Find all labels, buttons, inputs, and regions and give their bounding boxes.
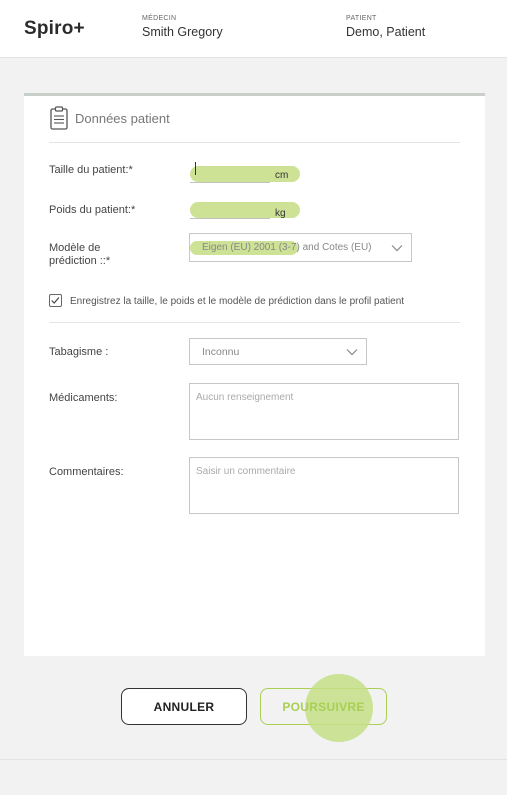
patient-label: PATIENT bbox=[346, 15, 377, 22]
comments-label: Commentaires: bbox=[49, 466, 124, 478]
height-unit: cm bbox=[275, 170, 289, 181]
comments-placeholder: Saisir un commentaire bbox=[196, 466, 296, 477]
app-header: Spiro+ MÉDECIN Smith Gregory PATIENT Dem… bbox=[0, 0, 507, 58]
doctor-name: Smith Gregory bbox=[142, 25, 223, 39]
cancel-button[interactable]: ANNULER bbox=[121, 688, 247, 725]
smoking-label: Tabagisme : bbox=[49, 346, 109, 358]
chevron-down-icon bbox=[391, 244, 403, 251]
clipboard-icon bbox=[50, 106, 68, 130]
card-title: Données patient bbox=[75, 110, 170, 126]
patient-info: PATIENT Demo, Patient bbox=[346, 15, 425, 39]
smoking-select[interactable]: Inconnu bbox=[189, 338, 367, 365]
doctor-info: MÉDECIN Smith Gregory bbox=[142, 15, 223, 39]
smoking-value: Inconnu bbox=[202, 345, 240, 358]
chevron-down-icon bbox=[346, 348, 358, 355]
checkmark-icon bbox=[51, 297, 60, 304]
divider bbox=[49, 142, 460, 143]
prediction-model-select[interactable]: Eigen (EU) 2001 (3-7) and Cotes (EU) bbox=[189, 233, 412, 262]
weight-input[interactable] bbox=[190, 200, 270, 218]
prediction-model-value: Eigen (EU) 2001 (3-7) and Cotes (EU) bbox=[202, 242, 372, 253]
height-label: Taille du patient:* bbox=[49, 164, 133, 176]
save-profile-checkbox[interactable] bbox=[49, 294, 62, 307]
weight-label: Poids du patient:* bbox=[49, 204, 136, 216]
continue-button-label: POURSUIVRE bbox=[282, 699, 365, 714]
height-input[interactable] bbox=[190, 164, 270, 182]
model-label-line1: Modèle de bbox=[49, 242, 101, 254]
footer-divider bbox=[0, 759, 507, 760]
weight-unit: kg bbox=[275, 208, 286, 219]
patient-name: Demo, Patient bbox=[346, 25, 426, 39]
weight-underline bbox=[190, 218, 270, 219]
medications-placeholder: Aucun renseignement bbox=[196, 392, 294, 403]
app-logo: Spiro+ bbox=[24, 18, 85, 39]
card-header: Données patient bbox=[49, 106, 170, 130]
medications-label: Médicaments: bbox=[49, 392, 118, 404]
model-label: Modèle de prédiction ::* bbox=[49, 242, 110, 268]
comments-textarea[interactable]: Saisir un commentaire bbox=[189, 457, 459, 514]
doctor-label: MÉDECIN bbox=[142, 15, 177, 22]
divider bbox=[49, 322, 460, 323]
patient-data-card: Données patient Taille du patient:* cm P… bbox=[24, 93, 485, 656]
save-profile-checkbox-label: Enregistrez la taille, le poids et le mo… bbox=[70, 296, 405, 307]
height-underline bbox=[190, 182, 270, 183]
medications-textarea[interactable]: Aucun renseignement bbox=[189, 383, 459, 440]
model-label-line2: prédiction ::* bbox=[49, 255, 111, 267]
